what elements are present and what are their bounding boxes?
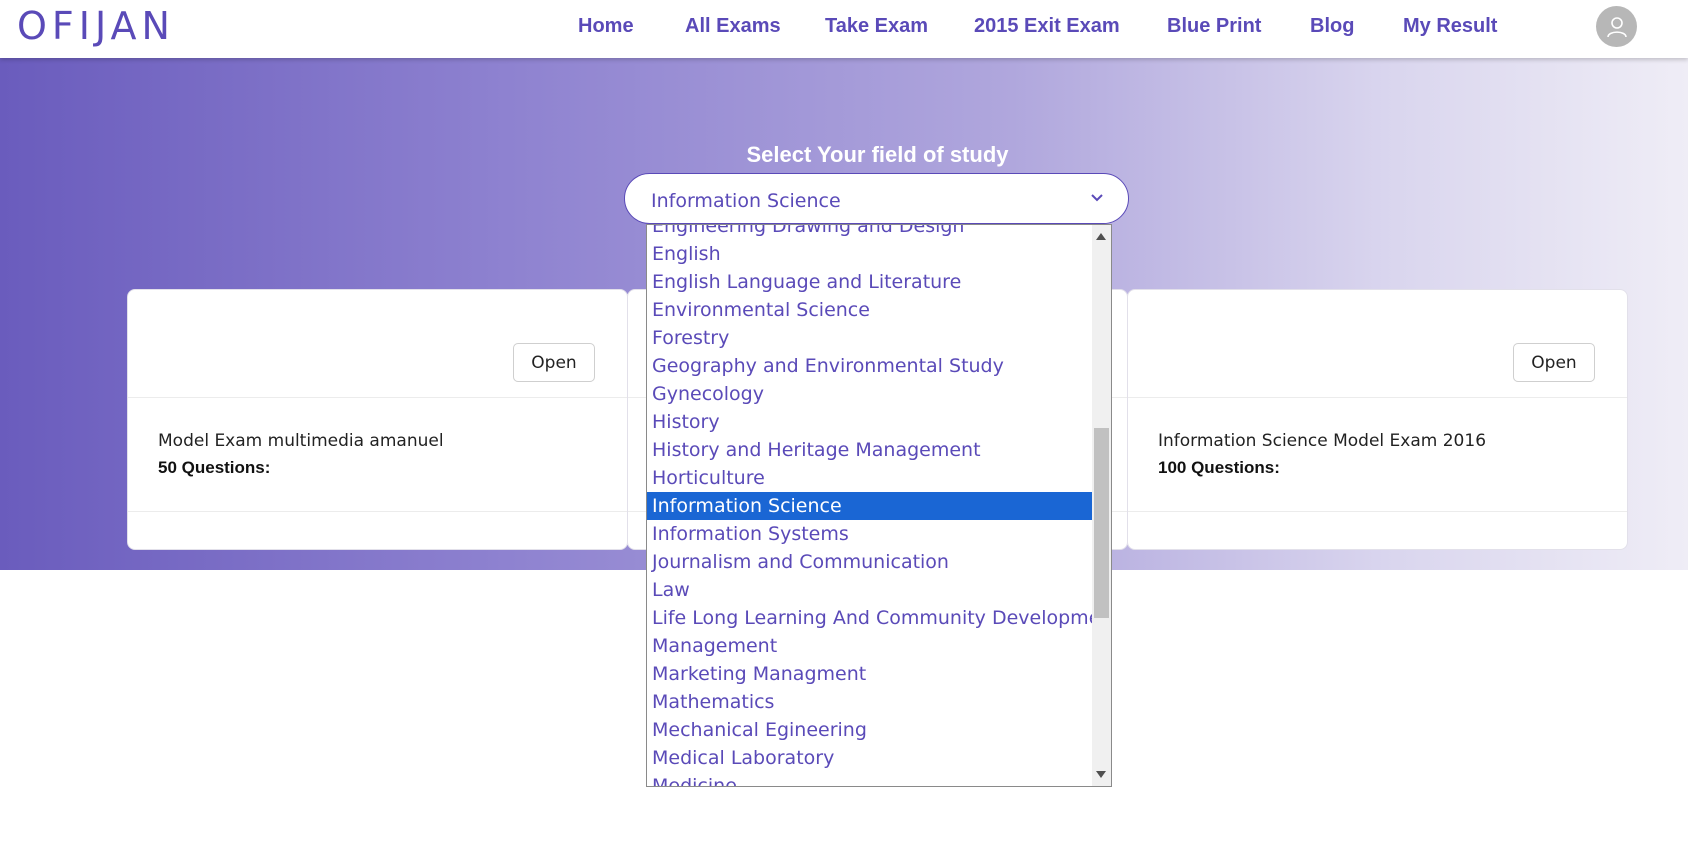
nav-home[interactable]: Home [578, 15, 634, 38]
dropdown-option[interactable]: English [647, 240, 1092, 268]
dropdown-option[interactable]: Mechanical Egineering [647, 716, 1092, 744]
dropdown-option[interactable]: Law [647, 576, 1092, 604]
dropdown-option[interactable]: Life Long Learning And Community Develop… [647, 604, 1111, 632]
nav-my-result[interactable]: My Result [1403, 15, 1497, 38]
card-footer-divider [1128, 511, 1627, 512]
user-icon [1606, 16, 1627, 37]
open-button[interactable]: Open [513, 343, 595, 382]
nav-blog[interactable]: Blog [1310, 15, 1354, 38]
main-nav: Home All Exams Take Exam 2015 Exit Exam … [0, 0, 1688, 55]
dropdown-option-selected[interactable]: Information Science [647, 492, 1092, 520]
field-select-title: Select Your field of study [746, 142, 1009, 167]
dropdown-option[interactable]: Marketing Managment [647, 660, 1092, 688]
field-of-study-select[interactable]: Information Science [624, 173, 1129, 224]
nav-blue-print[interactable]: Blue Print [1167, 15, 1261, 38]
exam-title: Model Exam multimedia amanuel [158, 431, 444, 451]
dropdown-option[interactable]: English Language and Literature [647, 268, 1092, 296]
dropdown-option[interactable]: Forestry [647, 324, 1092, 352]
dropdown-option[interactable]: Medicine [647, 772, 1092, 786]
dropdown-option[interactable]: Horticulture [647, 464, 1092, 492]
scrollbar-thumb[interactable] [1094, 428, 1109, 618]
question-count: 50 Questions: [158, 458, 271, 477]
scroll-down-arrow-icon[interactable] [1096, 771, 1106, 778]
scroll-up-arrow-icon[interactable] [1096, 233, 1106, 240]
question-count: 100 Questions: [1158, 458, 1280, 477]
top-navbar: OFIJAN Home All Exams Take Exam 2015 Exi… [0, 0, 1688, 58]
chevron-down-icon [1091, 194, 1103, 202]
exam-card: Open Model Exam multimedia amanuel 50 Qu… [127, 289, 628, 550]
user-avatar[interactable] [1596, 6, 1637, 47]
dropdown-scrollbar[interactable] [1092, 225, 1111, 786]
dropdown-option[interactable]: Environmental Science [647, 296, 1092, 324]
card-footer-divider [128, 511, 627, 512]
dropdown-option[interactable]: History [647, 408, 1092, 436]
field-dropdown-list[interactable]: Engineering Drawing and Design English E… [646, 224, 1112, 787]
dropdown-option[interactable]: Management [647, 632, 1092, 660]
nav-all-exams[interactable]: All Exams [685, 15, 781, 38]
dropdown-option[interactable]: Gynecology [647, 380, 1092, 408]
open-button[interactable]: Open [1513, 343, 1595, 382]
dropdown-option[interactable]: Medical Laboratory [647, 744, 1092, 772]
dropdown-option[interactable]: Journalism and Communication [647, 548, 1092, 576]
selected-field: Information Science [651, 190, 841, 212]
dropdown-option[interactable]: History and Heritage Management [647, 436, 1092, 464]
nav-2015-exit-exam[interactable]: 2015 Exit Exam [974, 15, 1120, 38]
dropdown-option[interactable]: Geography and Environmental Study [647, 352, 1092, 380]
dropdown-option[interactable]: Information Systems [647, 520, 1092, 548]
exam-title: Information Science Model Exam 2016 [1158, 431, 1487, 451]
dropdown-option[interactable]: Engineering Drawing and Design [647, 225, 1092, 240]
nav-take-exam[interactable]: Take Exam [825, 15, 928, 38]
dropdown-options: Engineering Drawing and Design English E… [647, 225, 1111, 786]
dropdown-option[interactable]: Mathematics [647, 688, 1092, 716]
exam-card: Open Information Science Model Exam 2016… [1127, 289, 1628, 550]
